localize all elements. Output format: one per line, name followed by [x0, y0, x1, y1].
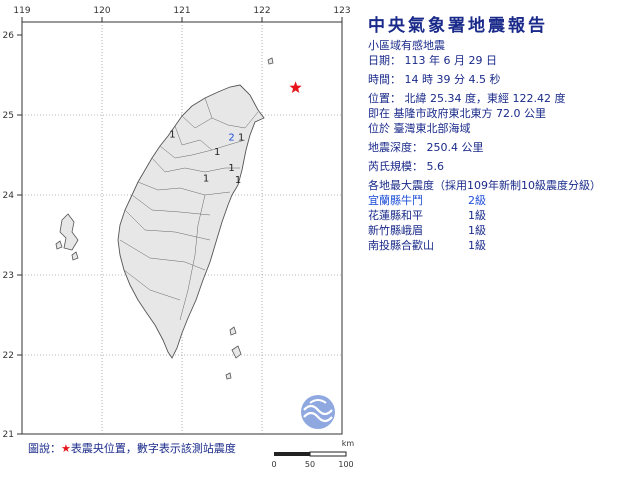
report-region: 位於 臺灣東北部海域 — [368, 122, 471, 135]
earthquake-map: 119 120 121 122 123 26 25 24 23 22 21 21… — [3, 6, 351, 440]
cwa-logo — [301, 395, 335, 429]
report-magnitude: 芮氏規模： 5.6 — [368, 160, 444, 173]
intensity-row: 新竹縣峨眉 1級 — [368, 223, 636, 238]
report-time: 時間： 14 時 39 分 4.5 秒 — [368, 73, 501, 86]
lon-label: 119 — [13, 6, 30, 16]
lat-label: 26 — [3, 31, 15, 41]
report-date: 日期： 113 年 6 月 29 日 — [368, 54, 497, 67]
station-intensity-3: 1 — [214, 147, 220, 158]
lat-label: 22 — [3, 351, 14, 361]
station-intensity-6: 1 — [235, 175, 241, 186]
lon-label: 122 — [253, 6, 270, 16]
intensity-level: 1級 — [468, 239, 486, 252]
star-icon: ★ — [61, 442, 71, 455]
intensity-level: 2級 — [468, 194, 486, 207]
station-intensity-2: 1 — [169, 129, 175, 140]
scale-tick: 100 — [338, 460, 353, 469]
lon-label: 120 — [93, 6, 110, 16]
legend-prefix: 圖說： — [28, 442, 61, 455]
scale-bar: km 0 50 100 — [271, 439, 355, 469]
intensity-row: 花蓮縣和平 1級 — [368, 208, 636, 223]
report-position: 位置： 北緯 25.34 度，東經 122.42 度 — [368, 92, 566, 105]
intensity-row: 南投縣合歡山 1級 — [368, 238, 636, 253]
lat-label: 23 — [3, 271, 14, 281]
intensity-station: 宜蘭縣牛鬥 — [368, 194, 423, 207]
scale-tick: 0 — [271, 460, 276, 469]
legend-text: 表震央位置，數字表示該測站震度 — [70, 442, 236, 455]
scale-tick: 50 — [305, 460, 315, 469]
scale-segment-dark — [274, 452, 310, 456]
report-depth: 地震深度： 250.4 公里 — [368, 141, 484, 154]
intensity-station: 花蓮縣和平 — [368, 209, 423, 222]
station-intensity-5: 1 — [228, 163, 234, 174]
station-intensity-1: 1 — [238, 133, 244, 144]
map-legend: 圖說：★表震央位置，數字表示該測站震度 — [28, 440, 236, 456]
station-intensity-4: 1 — [203, 173, 209, 184]
report-relative-location: 即在 基隆市政府東北東方 72.0 公里 — [368, 107, 546, 120]
intensity-station: 新竹縣峨眉 — [368, 224, 423, 237]
scale-segment-light — [309, 451, 347, 457]
intensity-level: 1級 — [468, 209, 486, 222]
intensity-header: 各地最大震度（採用109年新制10級震度分級） — [368, 179, 601, 192]
lat-label: 21 — [3, 430, 14, 440]
intensity-level: 1級 — [468, 224, 486, 237]
lat-label: 25 — [3, 111, 14, 121]
earthquake-report: 中央氣象署地震報告 小區域有感地震 日期： 113 年 6 月 29 日 時間：… — [368, 14, 636, 253]
lon-label: 121 — [173, 6, 190, 16]
scale-unit: km — [342, 439, 355, 448]
report-subtitle: 小區域有感地震 — [368, 39, 445, 52]
lon-label: 123 — [333, 6, 350, 16]
intensity-row: 宜蘭縣牛鬥 2級 — [368, 193, 636, 208]
station-intensity-0: 2 — [228, 133, 234, 144]
report-title: 中央氣象署地震報告 — [368, 16, 548, 36]
lat-label: 24 — [3, 191, 15, 201]
intensity-station: 南投縣合歡山 — [368, 239, 434, 252]
